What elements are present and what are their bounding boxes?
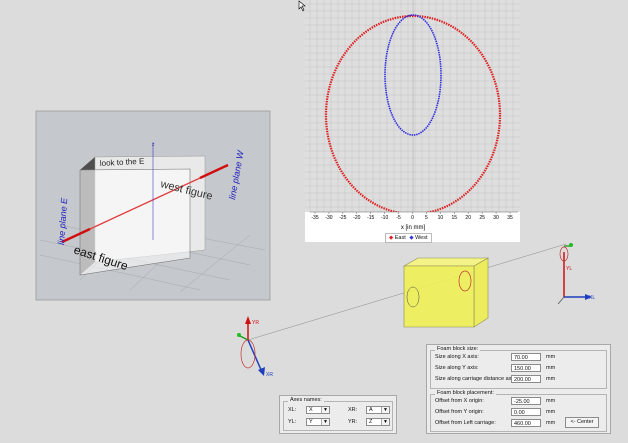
x-tick-label: 10 xyxy=(438,215,444,221)
xr-label: XR: xyxy=(348,407,358,413)
x-tick-label: -35 xyxy=(311,215,318,221)
west-legend-marker: ◆ xyxy=(409,235,414,241)
size-dist-unit: mm xyxy=(546,376,556,382)
size-dist-label: Size along carriage distance axis: xyxy=(435,376,517,382)
foam-size-group: Foam block size: Size along X axis: 70.0… xyxy=(430,346,607,389)
size-y-input[interactable]: 150.00 xyxy=(511,364,541,372)
xr-select[interactable]: A ▼ xyxy=(366,406,390,414)
offset-x-unit: mm xyxy=(546,398,556,404)
x-tick-label: 35 xyxy=(507,215,513,221)
x-tick-label: -15 xyxy=(367,215,374,221)
axes-names-panel: Axes names: XL: X ▼ XR: A ▼ YL: Y ▼ YR: … xyxy=(279,395,397,434)
yl-select[interactable]: Y ▼ xyxy=(306,418,330,426)
xl-select-value: X xyxy=(309,407,313,413)
x-axis-label: x [in mm] xyxy=(401,225,426,231)
xl-select[interactable]: X ▼ xyxy=(306,406,330,414)
foam-placement-title: Foam block placement: xyxy=(435,390,496,396)
foam-block-panel: Foam block size: Size along X axis: 70.0… xyxy=(426,344,611,434)
yr-label: YR: xyxy=(348,419,358,425)
xl-label: XL: xyxy=(288,407,297,413)
x-tick-label: -5 xyxy=(396,215,401,221)
yl-axis-label: YL xyxy=(566,266,572,272)
xr-axis-label: XR xyxy=(266,372,273,378)
size-x-unit: mm xyxy=(546,354,556,360)
yl-select-value: Y xyxy=(309,419,313,425)
x-tick-label: -25 xyxy=(339,215,346,221)
size-y-label: Size along Y axis: xyxy=(435,365,479,371)
size-dist-input[interactable]: 200.00 xyxy=(511,375,541,383)
size-y-unit: mm xyxy=(546,365,556,371)
cursor-icon xyxy=(298,0,306,12)
preview-image: z look to the E line plane E line plane … xyxy=(35,110,271,301)
plot-legend: ◆ East ◆ West xyxy=(385,233,432,243)
offset-left-unit: mm xyxy=(546,420,556,426)
offset-x-input[interactable]: -25.00 xyxy=(511,397,541,405)
offset-left-input[interactable]: 460.00 xyxy=(511,419,541,427)
yr-select[interactable]: Z ▼ xyxy=(366,418,390,426)
x-tick-label: -30 xyxy=(325,215,332,221)
x-tick-label: 5 xyxy=(425,215,428,221)
xl-axis-label: XL xyxy=(589,295,595,301)
chevron-down-icon[interactable]: ▼ xyxy=(321,419,329,425)
offset-left-label: Offset from Left carriage: xyxy=(435,420,496,426)
foam-placement-group: Foam block placement: Offset from X orig… xyxy=(430,390,607,432)
chevron-down-icon[interactable]: ▼ xyxy=(381,419,389,425)
east-legend-marker: ◆ xyxy=(389,235,394,241)
chevron-down-icon[interactable]: ▼ xyxy=(321,407,329,413)
x-tick-label: 0 xyxy=(411,215,414,221)
size-x-input[interactable]: 70.00 xyxy=(511,353,541,361)
size-x-label: Size along X axis: xyxy=(435,354,479,360)
foam-size-title: Foam block size: xyxy=(435,346,481,352)
offset-y-input[interactable]: 0.00 xyxy=(511,408,541,416)
yl-label: YL: xyxy=(288,419,297,425)
offset-y-label: Offset from Y origin: xyxy=(435,409,484,415)
x-tick-label: -20 xyxy=(353,215,360,221)
ellipse-plot: -35 -30 -25 -20 -15 -10 -5 0 5 10 15 20 25 30 35 x [in… xyxy=(305,0,520,242)
xr-select-value: A xyxy=(369,407,373,413)
axes-names-group: Axes names: XL: X ▼ XR: A ▼ YL: Y ▼ YR: … xyxy=(283,397,393,431)
offset-y-unit: mm xyxy=(546,409,556,415)
x-tick-label: 25 xyxy=(479,215,485,221)
yr-axis-label: YR xyxy=(252,320,259,326)
offset-x-label: Offset from X origin: xyxy=(435,398,484,404)
yr-select-value: Z xyxy=(369,419,373,425)
x-tick-label: 15 xyxy=(452,215,458,221)
center-button[interactable]: <- Center xyxy=(565,417,599,428)
east-legend-label: East xyxy=(394,235,406,241)
x-tick-label: -10 xyxy=(381,215,388,221)
x-tick-label: 20 xyxy=(465,215,471,221)
west-legend-label: West xyxy=(415,235,428,241)
axes-names-title: Axes names: xyxy=(288,397,324,403)
chevron-down-icon[interactable]: ▼ xyxy=(381,407,389,413)
x-tick-label: 30 xyxy=(493,215,499,221)
